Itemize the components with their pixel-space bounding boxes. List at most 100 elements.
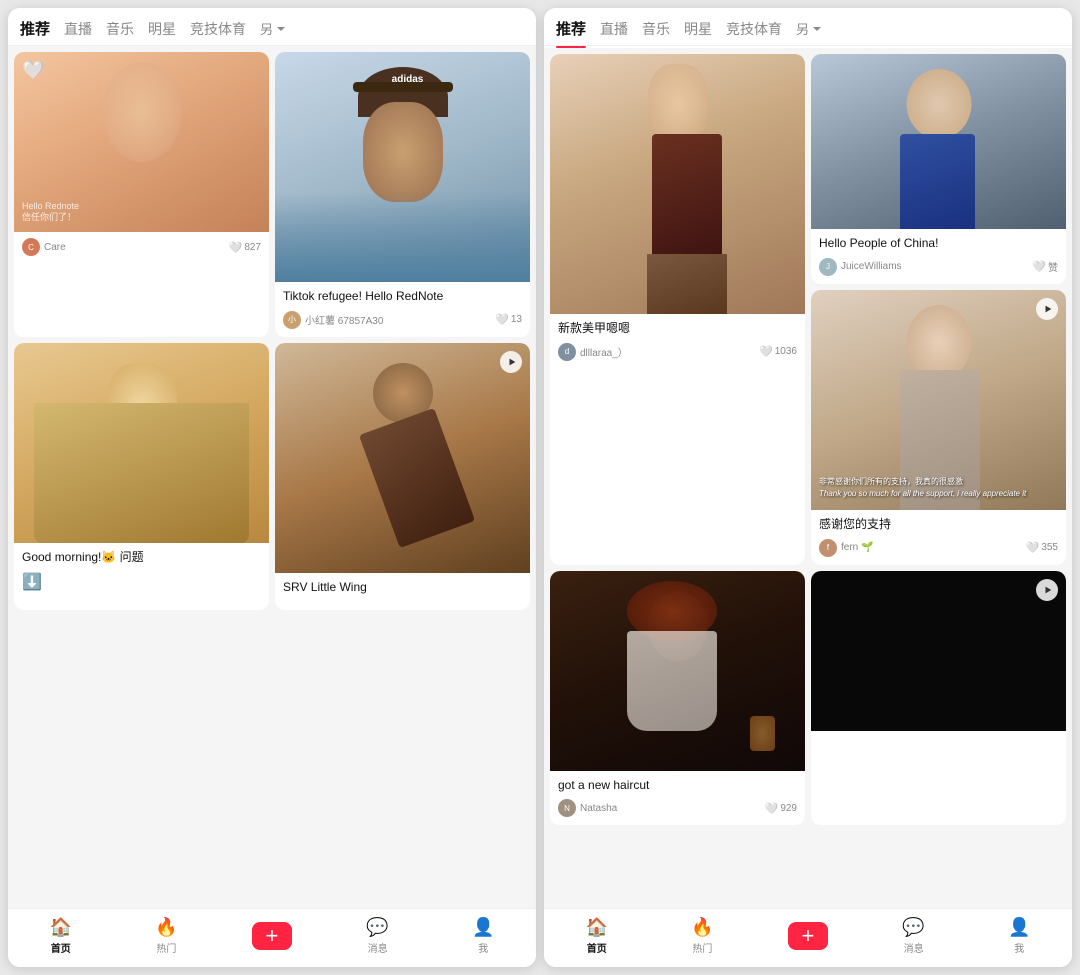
nav-more-2[interactable]: 另 — [796, 19, 823, 38]
like-count-haircut: 🤍 929 — [765, 802, 797, 815]
msg-label-1: 消息 — [368, 940, 388, 955]
nav-recommend-2[interactable]: 推荐 — [556, 18, 586, 39]
nav-star-2[interactable]: 明星 — [684, 19, 712, 39]
home-label-2: 首页 — [587, 940, 607, 955]
card-morning-author: ⬇️ — [22, 572, 42, 592]
like-count-tiktok: 🤍 13 — [495, 313, 522, 326]
bottom-nav-home-1[interactable]: 🏠 首页 — [41, 917, 81, 955]
nav-music-2[interactable]: 音乐 — [642, 19, 670, 39]
subtitle-cn: 非常感谢你们所有的支持，我真的很感激 Thank you so much for… — [819, 476, 1058, 500]
card-nail-title: 新款美甲嗯嗯 — [558, 320, 797, 337]
heart-icon-care: 🤍 — [229, 241, 243, 254]
play-icon-dark1[interactable] — [1036, 579, 1058, 601]
card-morning-title: Good morning!🐱 问题 — [22, 549, 261, 566]
card-morning-body: Good morning!🐱 问题 ⬇️ — [14, 543, 269, 600]
avatar-haircut: N — [558, 799, 576, 817]
card-support-image: 非常感谢你们所有的支持，我真的很感激 Thank you so much for… — [811, 290, 1066, 510]
bottom-nav-hot-1[interactable]: 🔥 热门 — [146, 917, 186, 955]
msg-icon-1: 💬 — [366, 917, 388, 938]
bottom-nav-home-2[interactable]: 🏠 首页 — [577, 917, 617, 955]
bottom-nav-me-1[interactable]: 👤 我 — [463, 917, 503, 955]
nav-more-1[interactable]: 另 — [260, 19, 287, 38]
card-morning[interactable]: Good morning!🐱 问题 ⬇️ — [14, 343, 269, 610]
bottom-nav-2: 🏠 首页 🔥 热门 + 💬 消息 👤 我 — [544, 908, 1072, 967]
avatar-care: C — [22, 238, 40, 256]
card-dark1-image — [811, 571, 1066, 731]
bottom-nav-plus-2[interactable]: + — [788, 922, 828, 950]
nav-live-1[interactable]: 直播 — [64, 19, 92, 39]
card-dark1[interactable] — [811, 571, 1066, 826]
card-haircut[interactable]: got a new haircut N Natasha 🤍 929 — [550, 571, 805, 826]
card-haircut-title: got a new haircut — [558, 777, 797, 794]
msg-label-2: 消息 — [904, 940, 924, 955]
card-care-body: C Care 🤍 827 — [14, 232, 269, 264]
likes-care: 827 — [244, 242, 261, 253]
author-name-tiktok: 小红薯 67857A30 — [305, 312, 383, 327]
card-tiktok-body: Tiktok refugee! Hello RedNote 小 小红薯 6785… — [275, 282, 530, 337]
nav-esports-2[interactable]: 竞技体育 — [726, 19, 782, 39]
card-srv-image — [275, 343, 530, 573]
card-care[interactable]: 🤍 Hello Rednote 信任你们了！ C Care 🤍 — [14, 52, 269, 337]
card-haircut-meta: N Natasha 🤍 929 — [558, 799, 797, 817]
bottom-nav-hot-2[interactable]: 🔥 热门 — [682, 917, 722, 955]
bottom-nav-1: 🏠 首页 🔥 热门 + 💬 消息 👤 我 — [8, 908, 536, 967]
card-tiktok[interactable]: adidas Tiktok refugee! Hello RedNote 小 小… — [275, 52, 530, 337]
card-hello-china[interactable]: Hello People of China! J JuiceWilliams 🤍… — [811, 54, 1066, 284]
card-support-author: f fern 🌱 — [819, 539, 873, 557]
hot-label-1: 热门 — [156, 940, 176, 955]
card-hello-author: J JuiceWilliams — [819, 258, 902, 276]
me-label-2: 我 — [1014, 940, 1024, 955]
heart-overlay-care: 🤍 — [22, 60, 44, 81]
home-icon-2: 🏠 — [586, 917, 608, 938]
card-care-meta: C Care 🤍 827 — [22, 238, 261, 256]
author-name-care: Care — [44, 242, 66, 253]
card-hello-title: Hello People of China! — [819, 235, 1058, 252]
me-icon-2: 👤 — [1008, 917, 1030, 938]
card-tiktok-title: Tiktok refugee! Hello RedNote — [283, 288, 522, 305]
nav-recommend-1[interactable]: 推荐 — [20, 18, 50, 39]
bottom-nav-msg-2[interactable]: 💬 消息 — [894, 917, 934, 955]
card-srv[interactable]: SRV Little Wing — [275, 343, 530, 610]
watermark-care: Hello Rednote 信任你们了！ — [22, 201, 79, 224]
heart-icon-support: 🤍 — [1026, 541, 1040, 554]
card-tiktok-meta: 小 小红薯 67857A30 🤍 13 — [283, 311, 522, 329]
likes-haircut: 929 — [780, 803, 797, 814]
card-nail[interactable]: 新款美甲嗯嗯 d dlllaraa_） 🤍 1036 — [550, 54, 805, 565]
card-support-title: 感谢您的支持 — [819, 516, 1058, 533]
like-count-nail: 🤍 1036 — [759, 345, 797, 358]
card-hello-meta: J JuiceWilliams 🤍 赞 — [819, 258, 1058, 276]
card-haircut-author: N Natasha — [558, 799, 617, 817]
heart-icon-nail: 🤍 — [759, 345, 773, 358]
nav-music-1[interactable]: 音乐 — [106, 19, 134, 39]
card-nail-body: 新款美甲嗯嗯 d dlllaraa_） 🤍 1036 — [550, 314, 805, 369]
card-srv-title: SRV Little Wing — [283, 579, 522, 596]
card-nail-image — [550, 54, 805, 314]
home-icon-1: 🏠 — [50, 917, 72, 938]
nav-esports-1[interactable]: 竞技体育 — [190, 19, 246, 39]
content-1: 🤍 Hello Rednote 信任你们了！ C Care 🤍 — [8, 46, 536, 908]
heart-icon-tiktok: 🤍 — [495, 313, 509, 326]
nav-live-2[interactable]: 直播 — [600, 19, 628, 39]
play-icon-support[interactable] — [1036, 298, 1058, 320]
author-name-haircut: Natasha — [580, 803, 617, 814]
nav-star-1[interactable]: 明星 — [148, 19, 176, 39]
card-support[interactable]: 非常感谢你们所有的支持，我真的很感激 Thank you so much for… — [811, 290, 1066, 565]
me-label-1: 我 — [478, 940, 488, 955]
card-haircut-body: got a new haircut N Natasha 🤍 929 — [550, 771, 805, 826]
card-nail-meta: d dlllaraa_） 🤍 1036 — [558, 343, 797, 361]
card-nail-author: d dlllaraa_） — [558, 343, 628, 361]
card-support-meta: f fern 🌱 🤍 355 — [819, 539, 1058, 557]
card-hello-image — [811, 54, 1066, 229]
bottom-nav-plus-1[interactable]: + — [252, 922, 292, 950]
right-column-2: Hello People of China! J JuiceWilliams 🤍… — [811, 54, 1066, 565]
card-srv-body: SRV Little Wing — [275, 573, 530, 610]
likes-support: 355 — [1041, 542, 1058, 553]
like-count-care: 🤍 827 — [229, 241, 261, 254]
bottom-nav-me-2[interactable]: 👤 我 — [999, 917, 1039, 955]
avatar-nail: d — [558, 343, 576, 361]
play-icon-srv[interactable] — [500, 351, 522, 373]
card-tiktok-image: adidas — [275, 52, 530, 282]
bottom-nav-msg-1[interactable]: 💬 消息 — [358, 917, 398, 955]
card-haircut-image — [550, 571, 805, 771]
hot-icon-2: 🔥 — [691, 917, 713, 938]
